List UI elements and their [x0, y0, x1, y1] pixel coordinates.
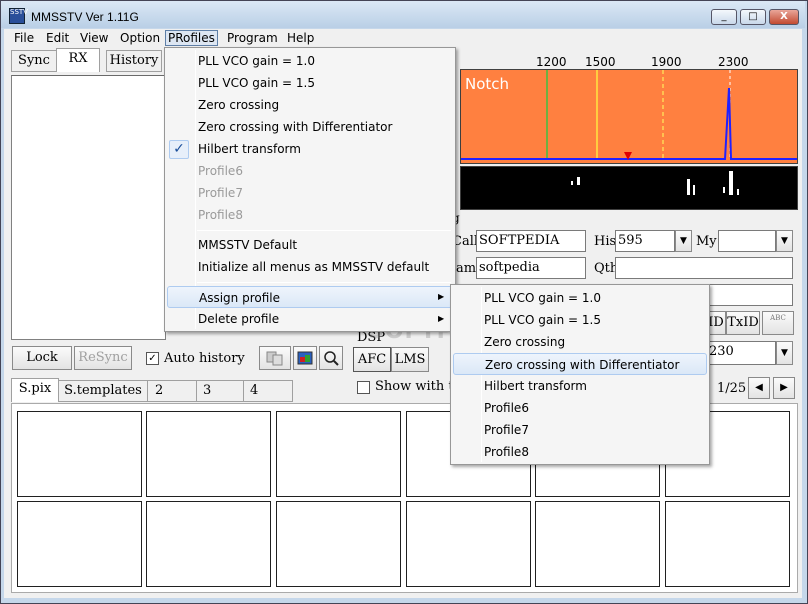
spectrum-scope[interactable]: Notch [460, 69, 798, 164]
zoom-icon[interactable] [319, 346, 343, 370]
freq-label-1900: 1900 [651, 55, 682, 69]
thumbnail-slot[interactable] [535, 501, 660, 587]
menu-program[interactable]: Program [225, 30, 280, 46]
menu-item-pll-1-0[interactable]: PLL VCO gain = 1.0 [167, 50, 453, 72]
freq-label-1200: 1200 [536, 55, 567, 69]
rx-image-area [11, 75, 166, 340]
menu-item-pll-1-5[interactable]: PLL VCO gain = 1.5 [167, 72, 453, 94]
tab-2[interactable]: 2 [147, 380, 197, 402]
name-field[interactable]: softpedia [476, 257, 586, 279]
auto-history-label: Auto history [164, 351, 245, 366]
thumbnail-slot[interactable] [17, 501, 142, 587]
checkmark-icon: ✓ [169, 140, 189, 159]
tab-spix[interactable]: S.pix [11, 378, 59, 402]
freq-label-1500: 1500 [585, 55, 616, 69]
menu-item-zero-crossing-diff[interactable]: Zero crossing with Differentiator [167, 116, 453, 138]
his-field[interactable]: 595 [615, 230, 675, 252]
submenu-item-hilbert[interactable]: Hilbert transform [453, 375, 707, 397]
spectrum-plot [461, 70, 797, 160]
submenu-item-profile7[interactable]: Profile7 [453, 419, 707, 441]
submenu-item-profile6[interactable]: Profile6 [453, 397, 707, 419]
menu-item-hilbert[interactable]: Hilbert transform [167, 138, 453, 160]
number-field[interactable]: 230 [706, 341, 776, 365]
thumbnail-slot[interactable] [276, 501, 401, 587]
menu-item-mmsstv-default[interactable]: MMSSTV Default [167, 234, 453, 256]
menu-item-profile6[interactable]: Profile6 [167, 160, 453, 182]
auto-history-checkbox[interactable]: ✓ [146, 352, 159, 365]
picture-icon[interactable] [293, 346, 317, 370]
menu-item-delete-profile[interactable]: Delete profile [167, 308, 453, 330]
thumbnail-slot[interactable] [146, 501, 271, 587]
thumbnail-slot[interactable] [146, 411, 271, 497]
menu-item-profile8[interactable]: Profile8 [167, 204, 453, 226]
menu-file[interactable]: File [12, 30, 36, 46]
menu-option[interactable]: Option [118, 30, 162, 46]
thumbnail-slot[interactable] [665, 501, 790, 587]
menu-item-profile7[interactable]: Profile7 [167, 182, 453, 204]
tab-sync[interactable]: Sync [11, 50, 57, 72]
tab-rx[interactable]: RX [56, 48, 100, 72]
app-icon: SSTV [9, 8, 28, 24]
menu-profiles[interactable]: PRofiles [165, 30, 218, 46]
note-field[interactable] [709, 284, 793, 306]
thumbnail-slot[interactable] [17, 411, 142, 497]
app-icon-label: SSTV [10, 8, 28, 16]
maximize-button[interactable]: □ [740, 9, 766, 25]
menu-item-initialize-all[interactable]: Initialize all menus as MMSSTV default [167, 256, 453, 278]
menu-separator [197, 282, 451, 283]
number-dropdown-icon[interactable]: ▼ [776, 341, 793, 365]
resync-button[interactable]: ReSync [74, 346, 132, 370]
submenu-item-zero-crossing-diff[interactable]: Zero crossing with Differentiator [453, 353, 707, 375]
minimize-button[interactable]: _ [711, 9, 737, 25]
my-label: My [696, 234, 717, 249]
show-with-checkbox[interactable] [357, 381, 370, 394]
my-field[interactable] [718, 230, 776, 252]
title-bar[interactable]: SSTV MMSSTV Ver 1.11G [1, 1, 805, 28]
menu-view[interactable]: View [78, 30, 110, 46]
tab-3[interactable]: 3 [196, 380, 244, 402]
profiles-menu: PLL VCO gain = 1.0 PLL VCO gain = 1.5 Ze… [164, 47, 456, 332]
menu-item-assign-profile[interactable]: Assign profile [167, 286, 453, 308]
submenu-item-zero-crossing[interactable]: Zero crossing [453, 331, 707, 353]
copy-image-icon[interactable] [259, 346, 291, 370]
qth-field[interactable] [615, 257, 793, 279]
menu-help[interactable]: Help [285, 30, 316, 46]
submenu-arrow-icon: ▶ [438, 314, 445, 323]
prev-page-button[interactable]: ◀ [748, 377, 770, 399]
his-label: His [594, 234, 617, 249]
page-counter: 1/25 [717, 381, 747, 396]
thumbnail-slot[interactable] [276, 411, 401, 497]
lms-button[interactable]: LMS [391, 347, 429, 372]
his-dropdown-icon[interactable]: ▼ [675, 230, 692, 252]
freq-label-2300: 2300 [718, 55, 749, 69]
submenu-arrow-icon: ▶ [438, 292, 445, 301]
abc-button[interactable]: ABC [762, 311, 794, 335]
menu-item-zero-crossing[interactable]: Zero crossing [167, 94, 453, 116]
show-with-label: Show with te [375, 379, 462, 394]
tab-history[interactable]: History [106, 50, 162, 72]
afc-button[interactable]: AFC [353, 347, 391, 372]
close-button[interactable]: X [769, 9, 799, 25]
call-field[interactable]: SOFTPEDIA [476, 230, 586, 252]
submenu-item-pll-1-5[interactable]: PLL VCO gain = 1.5 [453, 309, 707, 331]
waterfall-display[interactable] [460, 166, 798, 210]
my-dropdown-icon[interactable]: ▼ [776, 230, 793, 252]
lock-button[interactable]: Lock [12, 346, 72, 370]
menu-edit[interactable]: Edit [44, 30, 71, 46]
submenu-item-pll-1-0[interactable]: PLL VCO gain = 1.0 [453, 287, 707, 309]
menu-separator [197, 230, 451, 231]
thumbnail-slot[interactable] [406, 501, 531, 587]
window-title: MMSSTV Ver 1.11G [31, 10, 139, 24]
next-page-button[interactable]: ▶ [773, 377, 795, 399]
txid-button[interactable]: TxID [726, 311, 760, 335]
submenu-item-profile8[interactable]: Profile8 [453, 441, 707, 463]
assign-profile-submenu: PLL VCO gain = 1.0 PLL VCO gain = 1.5 Ze… [450, 284, 710, 465]
tab-4[interactable]: 4 [243, 380, 293, 402]
tab-templates-1[interactable]: S.templates 1 [58, 380, 148, 418]
